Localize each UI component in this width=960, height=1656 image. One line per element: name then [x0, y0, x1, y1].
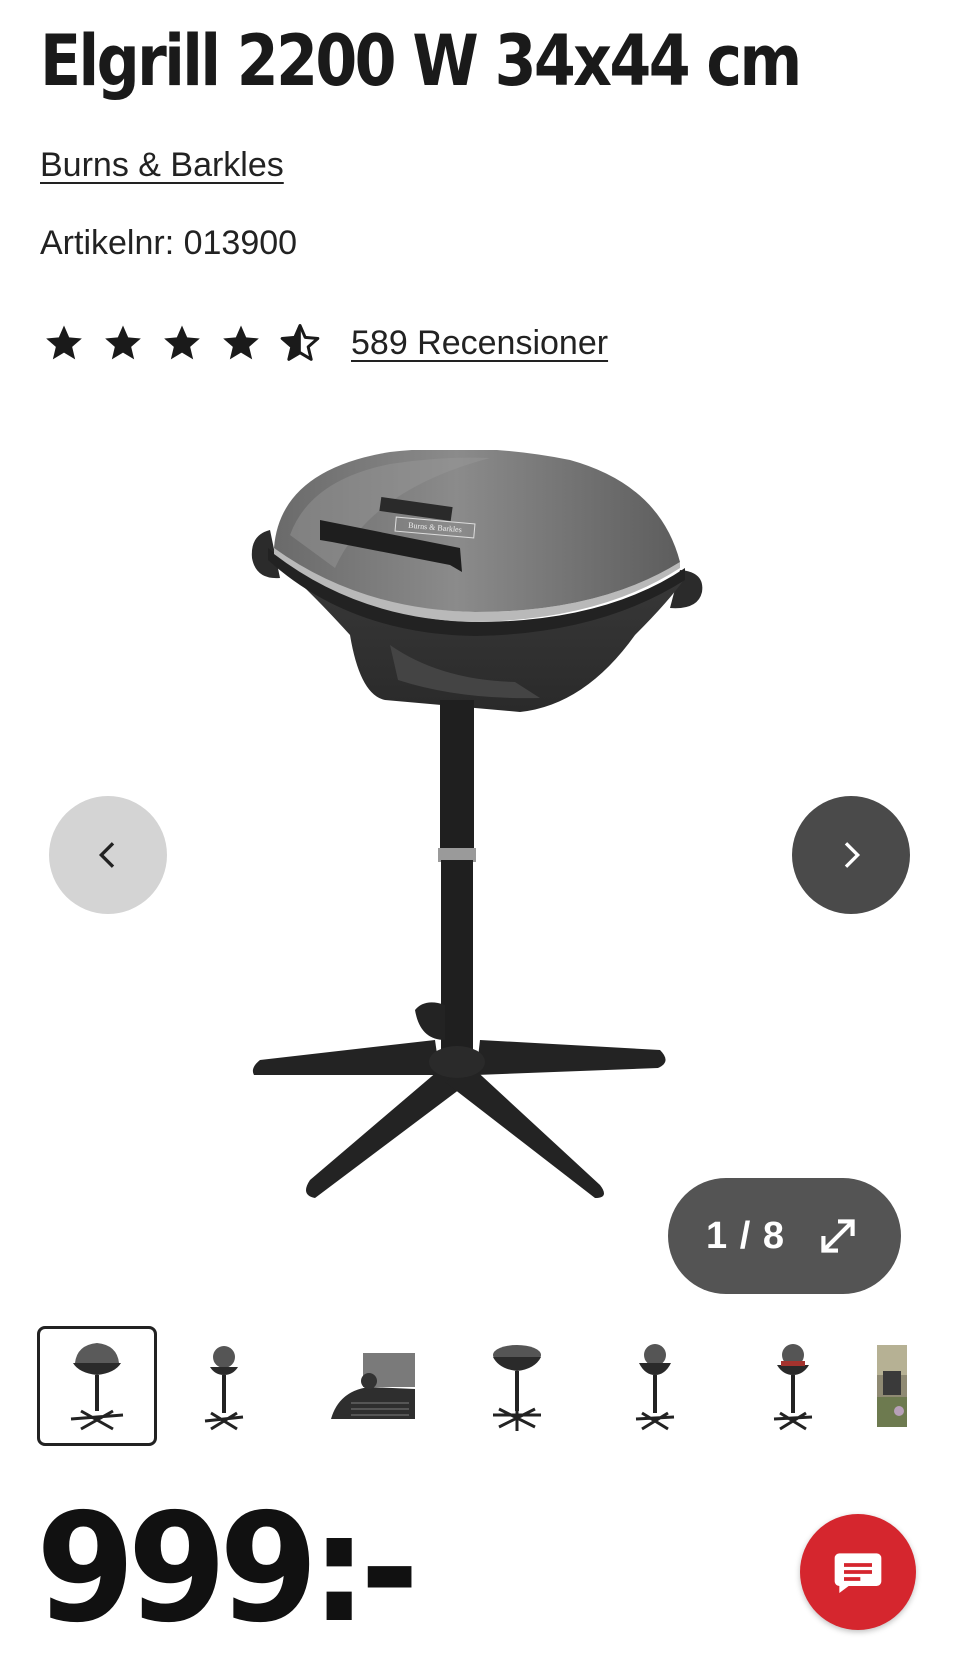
image-counter: 1 / 8: [706, 1214, 785, 1257]
thumb-grill-closeup: [331, 1353, 415, 1419]
thumbnail-3[interactable]: [327, 1326, 417, 1446]
thumbnail-2[interactable]: [184, 1326, 264, 1446]
reviews-link[interactable]: 589 Recensioner: [351, 324, 608, 363]
thumb-grill-top: [493, 1345, 541, 1431]
thumbnail-1[interactable]: [37, 1326, 157, 1446]
chat-bubble-icon: [834, 1553, 882, 1593]
star-rating: [44, 323, 320, 363]
thumb-grill-side: [635, 1344, 675, 1431]
star-half-icon: [280, 324, 320, 361]
expand-arrows-icon: [821, 1219, 855, 1253]
article-number: Artikelnr: 013900: [40, 224, 298, 262]
next-image-button[interactable]: [792, 796, 910, 914]
chevron-right-icon: [844, 842, 861, 868]
thumbnail-5[interactable]: [615, 1326, 695, 1446]
previous-image-button[interactable]: [49, 796, 167, 914]
product-image: [251, 450, 703, 1198]
product-price: 999:-: [36, 1482, 419, 1656]
thumbnail-7[interactable]: [877, 1326, 960, 1446]
star-full-icon: [223, 325, 259, 360]
brand-link[interactable]: Burns & Barkles: [40, 146, 284, 185]
thumbnail-6[interactable]: [753, 1326, 833, 1446]
star-full-icon: [46, 325, 82, 360]
thumb-grill-front: [70, 1343, 124, 1431]
thumb-grill-lifestyle: [877, 1345, 907, 1427]
chevron-left-icon: [98, 842, 115, 868]
chat-button[interactable]: [800, 1514, 916, 1630]
thumbnail-4[interactable]: [477, 1326, 557, 1446]
product-title: Elgrill 2200 W 34x44 cm: [40, 20, 802, 102]
thumb-grill-open: [204, 1346, 244, 1431]
star-full-icon: [105, 325, 141, 360]
thumb-grill-food: [773, 1344, 813, 1431]
thumbnail-strip: [37, 1326, 960, 1446]
image-counter-expand-button[interactable]: 1 / 8: [668, 1178, 901, 1294]
grill-logo-text: Burns & Barkles: [407, 520, 463, 535]
star-full-icon: [164, 325, 200, 360]
rating-row: 589 Recensioner: [44, 318, 608, 368]
